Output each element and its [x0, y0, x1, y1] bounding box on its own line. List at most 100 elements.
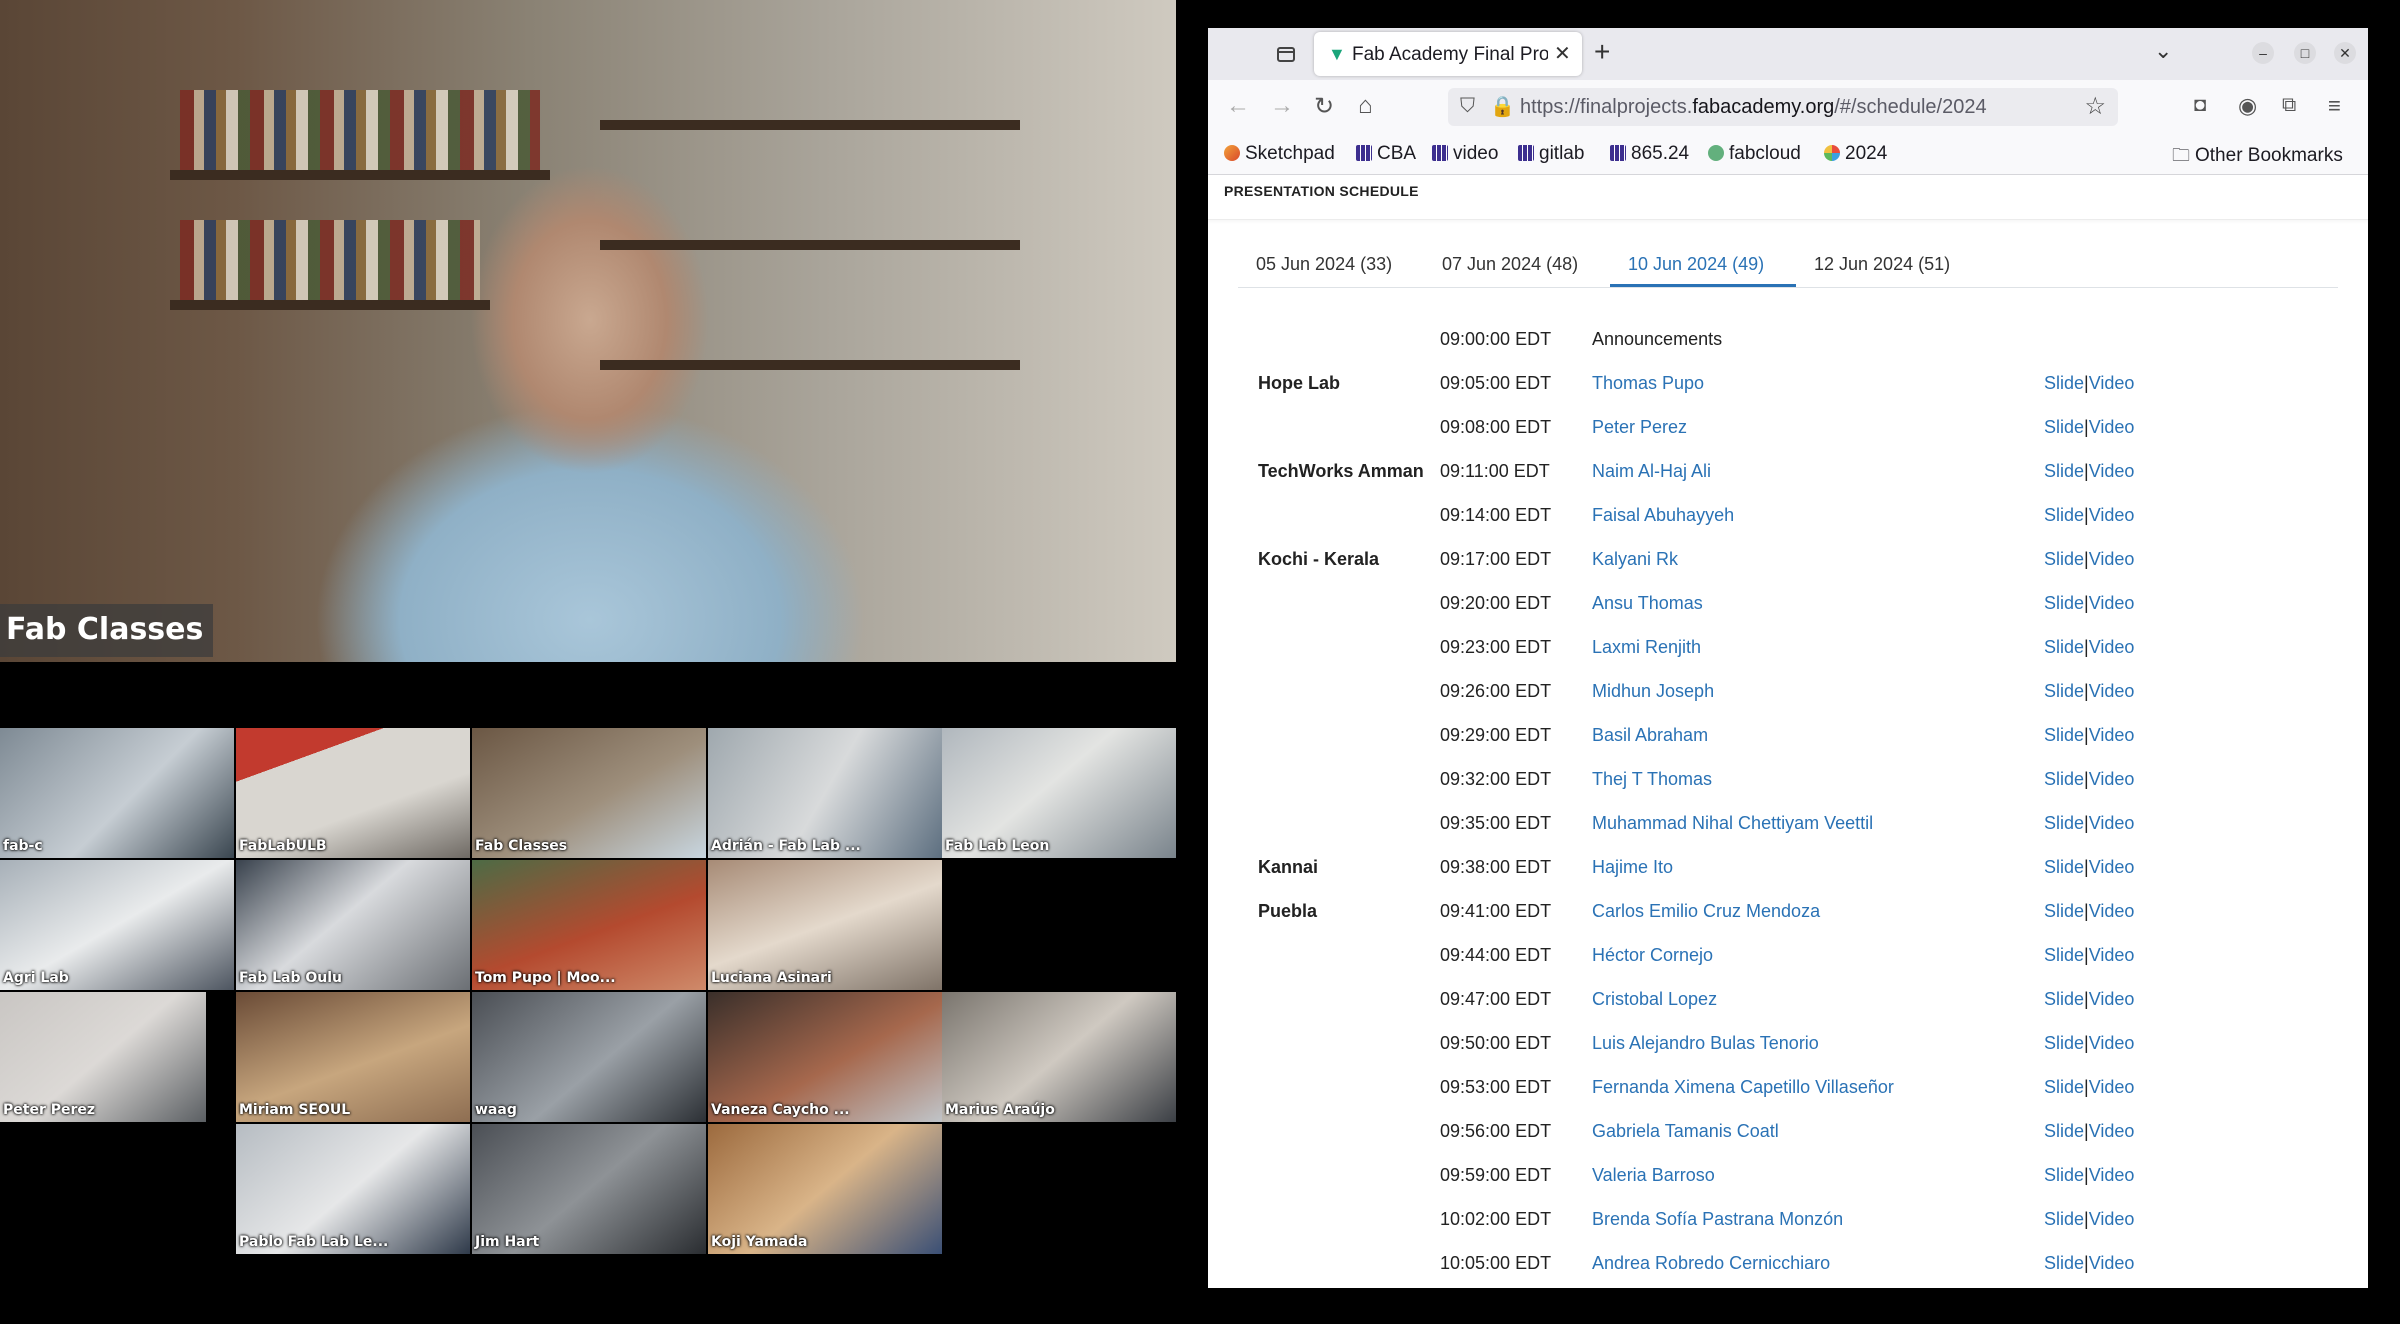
video-link[interactable]: Video [2089, 725, 2135, 745]
minimize-icon[interactable]: – [2252, 42, 2274, 64]
slide-link[interactable]: Slide [2044, 461, 2084, 481]
video-link[interactable]: Video [2089, 1077, 2135, 1097]
slide-link[interactable]: Slide [2044, 637, 2084, 657]
pocket-icon[interactable]: ◘ [2194, 94, 2206, 117]
student-link[interactable]: Luis Alejandro Bulas Tenorio [1592, 1029, 1819, 1058]
shield-icon[interactable]: ⛉ [1460, 95, 1475, 118]
video-link[interactable]: Video [2089, 505, 2135, 525]
video-link[interactable]: Video [2089, 945, 2135, 965]
slide-link[interactable]: Slide [2044, 373, 2084, 393]
video-link[interactable]: Video [2089, 637, 2135, 657]
video-link[interactable]: Video [2089, 461, 2135, 481]
back-arrow-icon[interactable]: ← [1226, 92, 1250, 120]
bookmark-sketchpad[interactable]: Sketchpad [1224, 143, 1335, 165]
student-link[interactable]: Kalyani Rk [1592, 545, 1678, 574]
slide-link[interactable]: Slide [2044, 769, 2084, 789]
participant-tile[interactable]: Miriam SEOUL [236, 992, 470, 1122]
slide-link[interactable]: Slide [2044, 901, 2084, 921]
student-link[interactable]: Héctor Cornejo [1592, 941, 1713, 970]
slide-link[interactable]: Slide [2044, 1165, 2084, 1185]
bookmark-2024[interactable]: 2024 [1824, 143, 1887, 165]
student-link[interactable]: Andrea Robredo Cernicchiaro [1592, 1249, 1830, 1278]
slide-link[interactable]: Slide [2044, 989, 2084, 1009]
video-link[interactable]: Video [2089, 417, 2135, 437]
participant-tile[interactable]: Jim Hart [472, 1124, 706, 1254]
new-tab-icon[interactable]: + [1594, 36, 1610, 68]
participant-tile[interactable]: Adrián - Fab Lab ... [708, 728, 942, 858]
tab-12-jun[interactable]: 12 Jun 2024 (51) [1814, 254, 1950, 275]
student-link[interactable]: Faisal Abuhayyeh [1592, 501, 1734, 530]
slide-link[interactable]: Slide [2044, 1077, 2084, 1097]
participant-tile[interactable]: Koji Yamada [708, 1124, 942, 1254]
student-link[interactable]: Gabriela Tamanis Coatl [1592, 1117, 1779, 1146]
forward-arrow-icon[interactable]: → [1270, 92, 1294, 120]
participant-tile[interactable]: Fab Lab Leon [942, 728, 1176, 858]
student-link[interactable]: Brenda Sofía Pastrana Monzón [1592, 1205, 1843, 1234]
participant-tile[interactable]: fab-c [0, 728, 234, 858]
tab-05-jun[interactable]: 05 Jun 2024 (33) [1256, 254, 1392, 275]
bookmark-fabcloud[interactable]: fabcloud [1708, 143, 1801, 165]
video-link[interactable]: Video [2089, 813, 2135, 833]
slide-link[interactable]: Slide [2044, 813, 2084, 833]
participant-tile[interactable]: Marius Araújo [942, 992, 1176, 1122]
reload-icon[interactable]: ↻ [1314, 92, 1334, 121]
video-link[interactable]: Video [2089, 1121, 2135, 1141]
participant-tile[interactable]: Fab Classes [472, 728, 706, 858]
tab-07-jun[interactable]: 07 Jun 2024 (48) [1442, 254, 1578, 275]
menu-icon[interactable]: ≡ [2328, 93, 2341, 119]
slide-link[interactable]: Slide [2044, 1253, 2084, 1273]
slide-link[interactable]: Slide [2044, 1033, 2084, 1053]
home-icon[interactable]: ⌂ [1358, 92, 1373, 120]
student-link[interactable]: Thomas Pupo [1592, 369, 1704, 398]
student-link[interactable]: Hajime Ito [1592, 853, 1673, 882]
participant-tile[interactable]: Pablo Fab Lab Le... [236, 1124, 470, 1254]
slide-link[interactable]: Slide [2044, 549, 2084, 569]
video-link[interactable]: Video [2089, 373, 2135, 393]
video-link[interactable]: Video [2089, 989, 2135, 1009]
bookmark-gitlab[interactable]: gitlab [1518, 143, 1584, 165]
slide-link[interactable]: Slide [2044, 725, 2084, 745]
student-link[interactable]: Peter Perez [1592, 413, 1687, 442]
account-icon[interactable]: ◉ [2238, 93, 2257, 119]
student-link[interactable]: Ansu Thomas [1592, 589, 1703, 618]
bookmark-865-24[interactable]: 865.24 [1610, 143, 1689, 165]
video-link[interactable]: Video [2089, 857, 2135, 877]
student-link[interactable]: Basil Abraham [1592, 721, 1708, 750]
browser-tab-active[interactable]: ▼ Fab Academy Final Pro ✕ [1314, 32, 1582, 76]
url-text[interactable]: https://finalprojects.fabacademy.org/#/s… [1520, 96, 1987, 119]
student-link[interactable]: Valeria Barroso [1592, 1161, 1715, 1190]
participant-tile[interactable]: Tom Pupo | Moo... [472, 860, 706, 990]
slide-link[interactable]: Slide [2044, 417, 2084, 437]
video-link[interactable]: Video [2089, 1253, 2135, 1273]
slide-link[interactable]: Slide [2044, 1209, 2084, 1229]
video-link[interactable]: Video [2089, 1033, 2135, 1053]
participant-tile[interactable]: waag [472, 992, 706, 1122]
student-link[interactable]: Naim Al-Haj Ali [1592, 457, 1711, 486]
student-link[interactable]: Midhun Joseph [1592, 677, 1714, 706]
close-tab-icon[interactable]: ✕ [1554, 41, 1571, 66]
maximize-icon[interactable]: □ [2294, 42, 2316, 64]
slide-link[interactable]: Slide [2044, 681, 2084, 701]
other-bookmarks[interactable]: 🗀 Other Bookmarks [2172, 143, 2343, 173]
student-link[interactable]: Muhammad Nihal Chettiyam Veettil [1592, 809, 1873, 838]
participant-tile[interactable]: Agri Lab [0, 860, 234, 990]
student-link[interactable]: Laxmi Renjith [1592, 633, 1701, 662]
slide-link[interactable]: Slide [2044, 857, 2084, 877]
video-link[interactable]: Video [2089, 681, 2135, 701]
student-link[interactable]: Thej T Thomas [1592, 765, 1712, 794]
video-link[interactable]: Video [2089, 593, 2135, 613]
participant-tile[interactable]: Vaneza Caycho ... [708, 992, 942, 1122]
active-speaker-video[interactable]: Fab Classes [0, 0, 1176, 662]
video-link[interactable]: Video [2089, 549, 2135, 569]
close-window-icon[interactable]: ✕ [2334, 42, 2356, 64]
student-link[interactable]: Carlos Emilio Cruz Mendoza [1592, 897, 1820, 926]
slide-link[interactable]: Slide [2044, 593, 2084, 613]
bookmark-star-icon[interactable]: ☆ [2084, 92, 2106, 121]
address-bar[interactable]: ⛉ 🔒 https://finalprojects.fabacademy.org… [1448, 88, 2118, 126]
extensions-icon[interactable]: ⧉ [2282, 94, 2296, 117]
participant-tile[interactable]: Peter Perez [0, 992, 206, 1122]
slide-link[interactable]: Slide [2044, 945, 2084, 965]
participant-tile[interactable]: FabLabULB [236, 728, 470, 858]
participant-tile[interactable]: Luciana Asinari [708, 860, 942, 990]
student-link[interactable]: Fernanda Ximena Capetillo Villaseñor [1592, 1073, 1894, 1102]
